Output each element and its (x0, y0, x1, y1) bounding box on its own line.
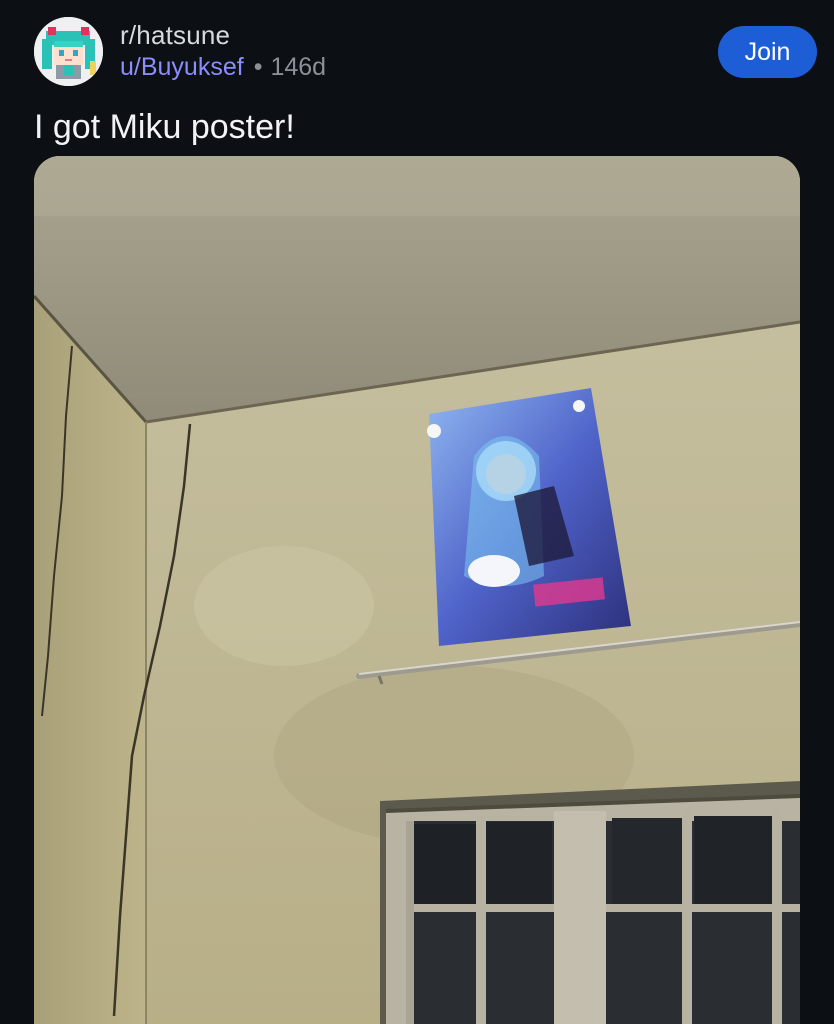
post-title[interactable]: I got Miku poster! (34, 108, 295, 147)
post-meta: u/Buyuksef • 146d (120, 53, 326, 82)
post-age: 146d (270, 53, 327, 81)
join-button[interactable]: Join (718, 26, 817, 78)
post-view: r/hatsune u/Buyuksef • 146d Join I got Mik… (0, 0, 834, 1024)
subreddit-name[interactable]: r/hatsune (120, 20, 230, 51)
subreddit-avatar-icon[interactable] (34, 17, 103, 86)
post-image[interactable] (34, 156, 800, 1024)
username-link[interactable]: u/Buyuksef (120, 53, 244, 81)
meta-separator: • (253, 53, 263, 81)
